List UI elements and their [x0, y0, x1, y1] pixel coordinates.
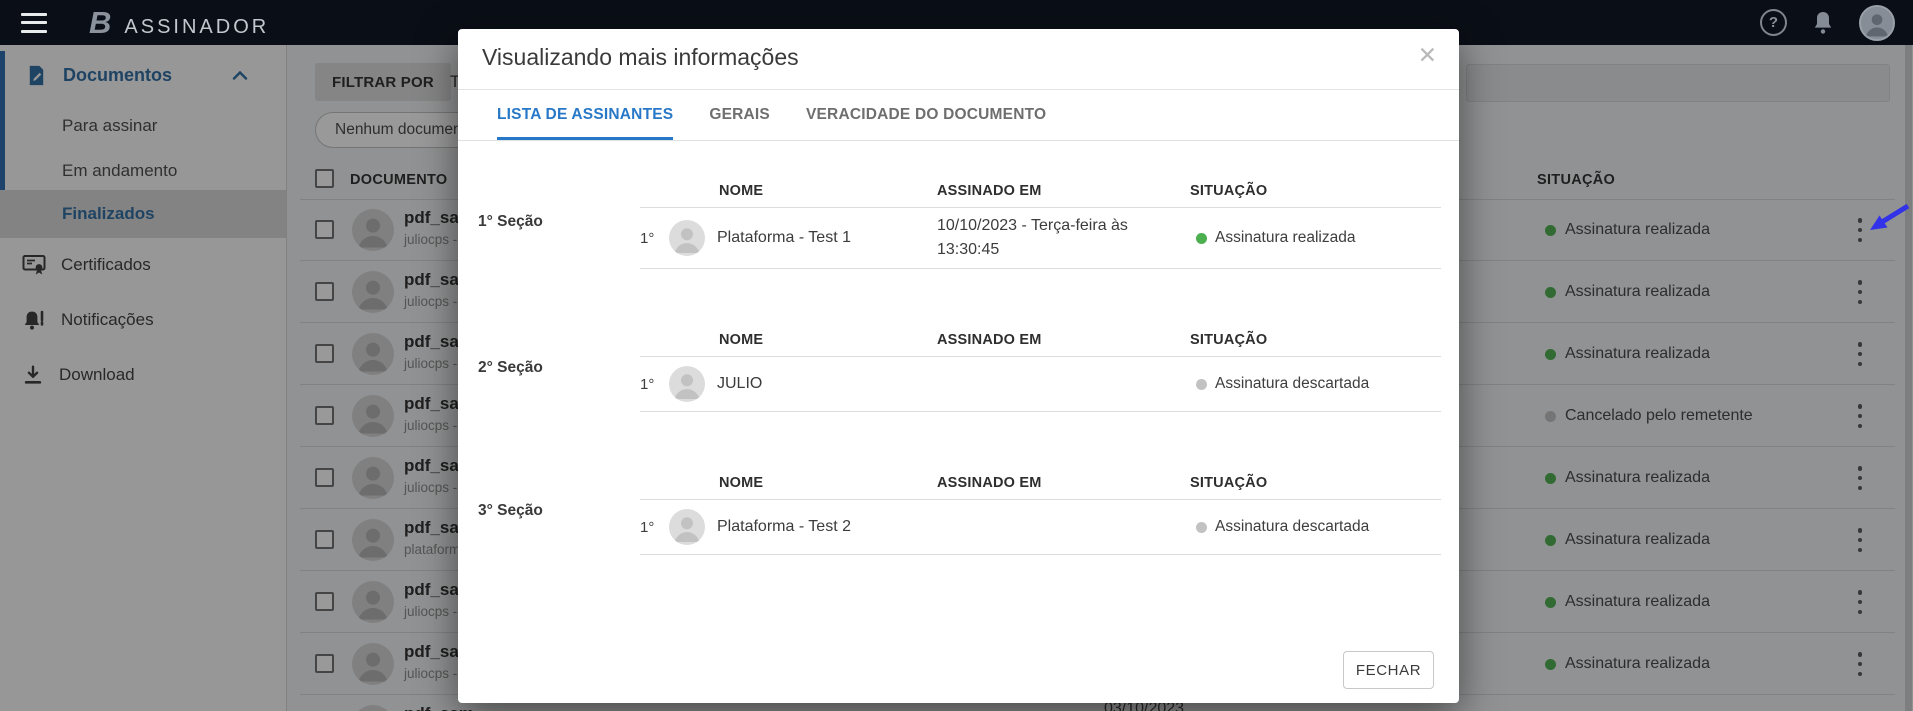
status-label: Assinatura realizada [1215, 229, 1356, 246]
section-label: 1° Seção [478, 213, 543, 230]
status-dot [1196, 378, 1207, 390]
signer-name: Plataforma - Test 2 [717, 518, 851, 535]
logo-b-mark: B [89, 4, 112, 40]
signed-at: 10/10/2023 - Terça-feira às 13:30:45 [937, 217, 1128, 258]
signer-name: Plataforma - Test 1 [717, 229, 851, 246]
signer-avatar [669, 220, 705, 256]
signer-row: 1° Plataforma - Test 2 Assinatura descar… [640, 500, 1441, 555]
signer-order: 1° [640, 375, 655, 393]
col-header-nome: NOME [719, 332, 764, 348]
signer-section: 2° Seção NOME ASSINADO EM SITUAÇÃO 1° JU… [478, 324, 1441, 412]
section-label: 2° Seção [478, 359, 543, 376]
col-header-situacao: SITUAÇÃO [1190, 332, 1268, 348]
status-dot [1196, 232, 1207, 244]
modal-tabs: LISTA DE ASSINANTES GERAIS VERACIDADE DO… [458, 90, 1459, 141]
signer-avatar [669, 509, 705, 545]
col-header-nome: NOME [719, 183, 764, 199]
signer-row: 1° Plataforma - Test 1 10/10/2023 - Terç… [640, 208, 1441, 269]
col-header-assinado-em: ASSINADO EM [937, 475, 1042, 491]
app-title: ASSINADOR [124, 15, 270, 38]
notifications-bell-icon[interactable] [1811, 10, 1835, 36]
close-icon[interactable]: ✕ [1418, 42, 1437, 70]
signer-avatar [669, 366, 705, 402]
signer-name: JULIO [717, 375, 763, 392]
col-header-nome: NOME [719, 475, 764, 491]
col-header-assinado-em: ASSINADO EM [937, 183, 1042, 199]
modal-title: Visualizando mais informações [482, 44, 799, 70]
signer-row: 1° JULIO Assinatura descartada [640, 357, 1441, 412]
more-info-modal: Visualizando mais informações ✕ LISTA DE… [458, 29, 1459, 703]
tab-gerais[interactable]: GERAIS [709, 90, 770, 140]
app-logo: B ASSINADOR [89, 7, 269, 39]
tab-veracidade-do-documento[interactable]: VERACIDADE DO DOCUMENTO [806, 90, 1046, 140]
col-header-situacao: SITUAÇÃO [1190, 183, 1268, 199]
person-icon [674, 228, 700, 253]
user-avatar[interactable] [1859, 4, 1895, 41]
person-icon [674, 374, 700, 399]
signer-section: 3° Seção NOME ASSINADO EM SITUAÇÃO 1° Pl… [478, 467, 1441, 555]
tab-lista-de-assinantes[interactable]: LISTA DE ASSINANTES [497, 90, 674, 140]
status-dot [1196, 521, 1207, 533]
mouse-cursor-icon [1870, 203, 1910, 230]
col-header-situacao: SITUAÇÃO [1190, 475, 1268, 491]
person-icon [1865, 13, 1889, 36]
section-label: 3° Seção [478, 502, 543, 519]
person-icon [674, 517, 700, 542]
col-header-assinado-em: ASSINADO EM [937, 332, 1042, 348]
close-button[interactable]: FECHAR [1343, 651, 1434, 689]
signer-order: 1° [640, 229, 655, 247]
menu-icon[interactable] [21, 12, 47, 33]
signer-section: 1° Seção NOME ASSINADO EM SITUAÇÃO 1° Pl… [478, 175, 1441, 269]
signer-order: 1° [640, 518, 655, 536]
status-label: Assinatura descartada [1215, 518, 1370, 535]
help-icon[interactable]: ? [1760, 9, 1787, 36]
status-label: Assinatura descartada [1215, 375, 1370, 392]
